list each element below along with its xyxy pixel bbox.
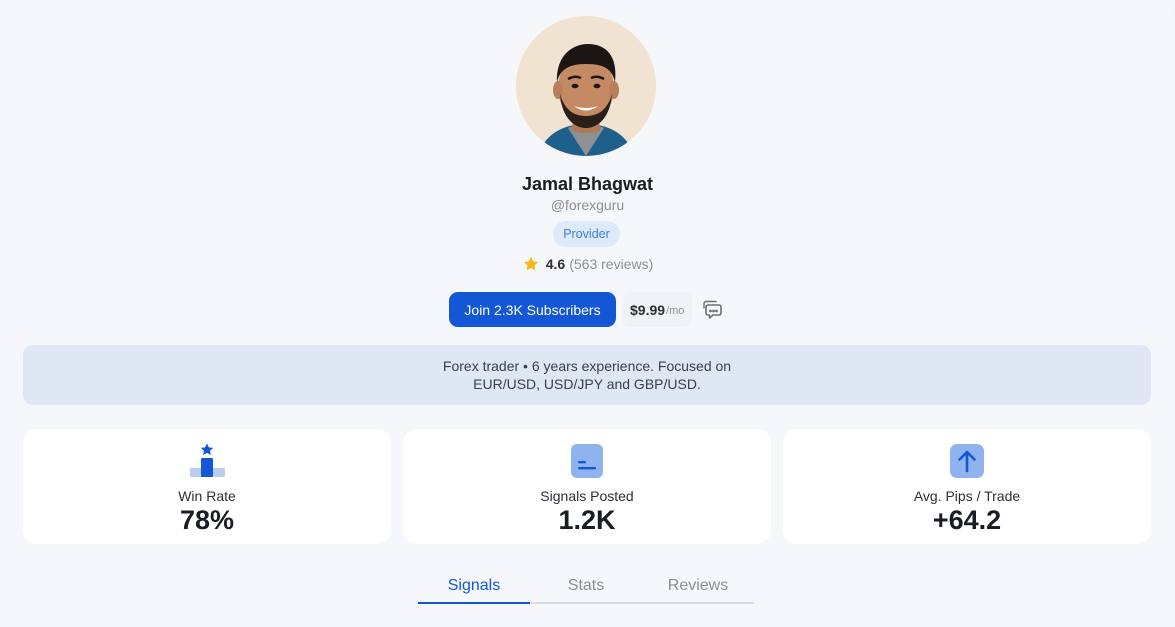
stat-value: +64.2 [932,505,1002,535]
tab-signals[interactable]: Signals [418,570,530,604]
profile-handle: @forexguru [550,197,625,213]
price-period: /mo [666,305,685,317]
trophy-podium-icon [190,443,225,477]
bio-line-2: EUR/USD, USD/JPY and GBP/USD. [473,376,701,392]
rating-row: 4.6 (563 reviews) [0,255,1175,273]
stat-value: 1.2K [558,505,616,535]
arrow-up-icon [950,444,984,478]
tab-reviews[interactable]: Reviews [642,570,754,602]
profile-page: Jamal Bhagwat @forexguru Provider 4.6 (5… [0,0,1175,627]
stat-label: Avg. Pips / Trade [913,488,1021,504]
action-row: Join 2.3K Subscribers $9.99 /mo [449,292,728,327]
bio-line-1: Forex trader • 6 years experience. Focus… [442,358,732,374]
document-icon [571,444,603,478]
star-icon [523,256,538,271]
subscription-price: $9.99 /mo [622,292,693,327]
bio-panel: Forex trader • 6 years experience. Focus… [23,345,1151,405]
role-badge: Provider [553,221,620,247]
price-amount: $9.99 [630,301,666,318]
stat-card-win-rate: Win Rate 78% [23,429,391,544]
rating-score: 4.6 [545,256,566,272]
chat-icon [703,300,723,319]
avatar [516,16,656,156]
join-subscribers-button[interactable]: Join 2.3K Subscribers [449,292,616,327]
profile-name: Jamal Bhagwat [521,174,654,194]
stat-card-signals-posted: Signals Posted 1.2K [403,429,771,544]
stat-label: Signals Posted [540,488,634,504]
review-count[interactable]: (563 reviews) [569,256,653,272]
stat-card-avg-pips: Avg. Pips / Trade +64.2 [783,429,1151,544]
stat-value: 78% [179,505,235,535]
stat-label: Win Rate [178,488,236,504]
tab-stats[interactable]: Stats [530,570,642,602]
chat-button[interactable] [698,295,728,325]
tab-bar: Signals Stats Reviews [418,570,754,604]
